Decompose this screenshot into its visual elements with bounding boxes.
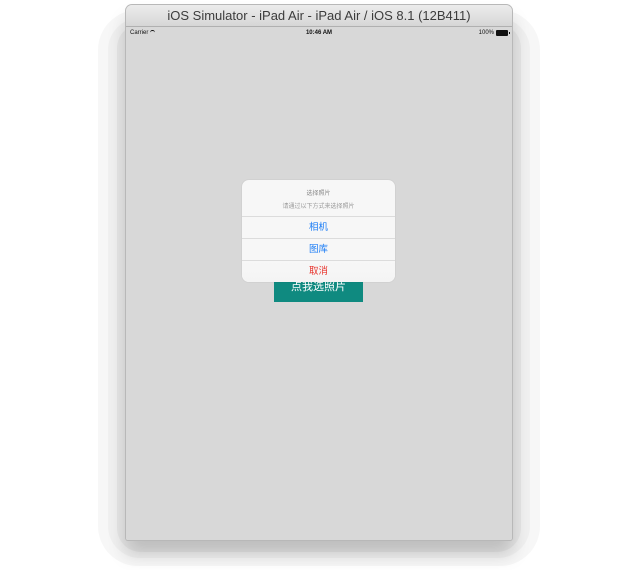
action-sheet-header: 选择照片 请通过以下方式来选择照片: [242, 180, 395, 217]
battery-icon: [496, 30, 510, 36]
simulator-window: iOS Simulator - iPad Air - iPad Air / iO…: [126, 5, 512, 540]
device-screen: Carrier 10:46 AM 100% 点我选照片 选择照片 请通过以下方式…: [126, 27, 512, 540]
action-sheet-title: 选择照片: [306, 191, 331, 197]
cancel-action[interactable]: 取消: [242, 261, 395, 282]
battery-status: 100%: [478, 30, 510, 36]
window-title[interactable]: iOS Simulator - iPad Air - iPad Air / iO…: [126, 5, 512, 27]
photo-action-sheet: 选择照片 请通过以下方式来选择照片 相机 图库 取消: [242, 180, 395, 282]
action-sheet-message: 请通过以下方式来选择照片: [282, 204, 355, 210]
battery-percent: 100%: [478, 30, 494, 36]
status-bar: Carrier 10:46 AM 100%: [126, 27, 512, 39]
photo-library-action[interactable]: 图库: [242, 239, 395, 261]
camera-action[interactable]: 相机: [242, 217, 395, 239]
status-time: 10:46 AM: [305, 30, 333, 36]
